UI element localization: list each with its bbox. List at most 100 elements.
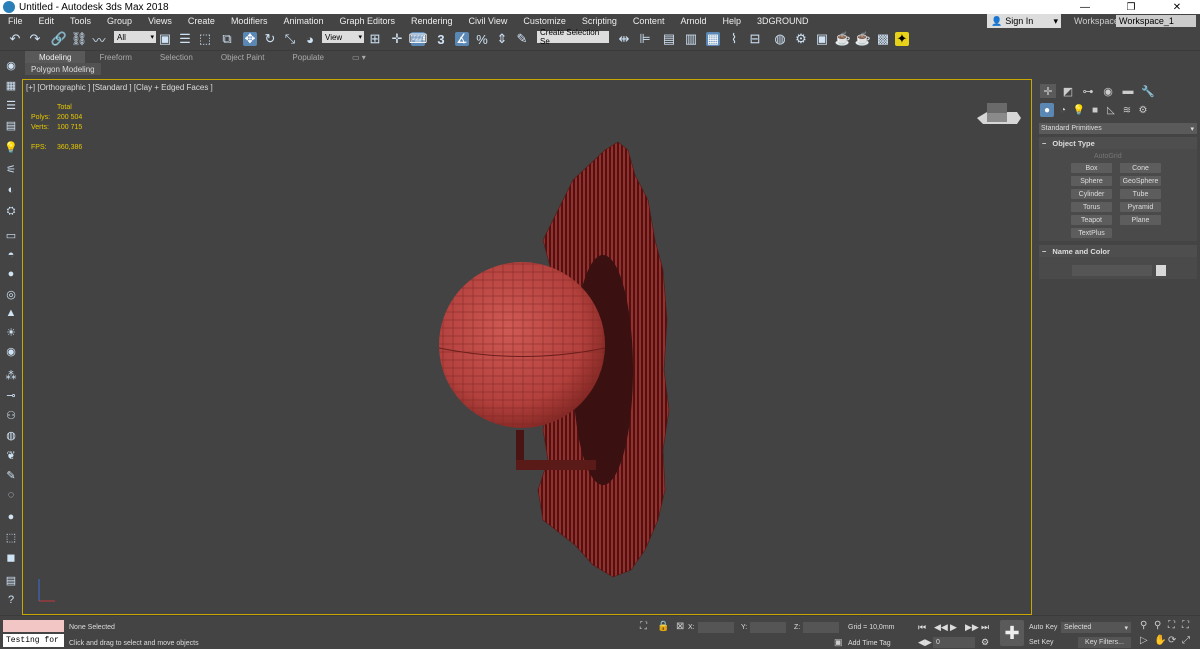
helpers-icon[interactable]: ◺ (1104, 103, 1118, 117)
menu-arnold[interactable]: Arnold (672, 16, 714, 26)
menu-3dground[interactable]: 3DGROUND (749, 16, 817, 26)
document-icon[interactable]: ▤ (4, 574, 18, 587)
maxscript-listener[interactable] (3, 620, 64, 632)
minimize-button[interactable]: — (1062, 0, 1108, 14)
scale-icon[interactable]: ⤡ (283, 31, 297, 46)
y-coordinate-field[interactable] (750, 622, 786, 633)
teapot-button[interactable]: Teapot (1071, 215, 1112, 225)
sign-in-button[interactable]: 👤 Sign In ▾ (987, 14, 1061, 28)
current-frame-field[interactable]: 0 (933, 637, 975, 648)
redo-icon[interactable]: ↷ (28, 31, 42, 46)
mirror-icon[interactable]: ⇹ (617, 31, 631, 46)
add-time-tag[interactable]: Add Time Tag (848, 640, 891, 647)
particles-icon[interactable]: ⁂ (4, 369, 18, 382)
bind-space-warp-icon[interactable]: 〰 (92, 32, 106, 48)
create-tab-icon[interactable]: ✛ (1040, 84, 1056, 98)
help-icon[interactable]: ? (4, 594, 18, 606)
tube-button[interactable]: Tube (1120, 189, 1161, 199)
go-to-end-icon[interactable]: ⏭ (981, 622, 989, 633)
cone-button[interactable]: Cone (1120, 163, 1161, 173)
curve-editor-icon[interactable]: ⌇ (727, 31, 741, 46)
torus-button[interactable]: Torus (1071, 202, 1112, 212)
percent-snap-icon[interactable]: % (475, 32, 489, 47)
textplus-button[interactable]: TextPlus (1071, 228, 1112, 238)
ball-icon[interactable]: ● (4, 511, 18, 523)
sun-icon[interactable]: ☀ (4, 326, 18, 339)
link-icon[interactable]: 🔗 (51, 31, 67, 46)
select-manipulate-icon[interactable]: ✛ (390, 31, 404, 46)
menu-rendering[interactable]: Rendering (403, 16, 461, 26)
shapes-icon[interactable]: ◔ (1056, 103, 1070, 117)
bone-icon[interactable]: ✎ (4, 469, 18, 482)
ribbon-polygon-modeling[interactable]: Polygon Modeling (25, 63, 101, 75)
maximize-viewport-icon[interactable]: ⤢ (1182, 635, 1190, 646)
play-icon[interactable]: ▶ (950, 622, 957, 633)
light-icon[interactable]: 💡 (4, 141, 18, 154)
plane-icon[interactable]: ▭ (4, 229, 18, 242)
zoom-icon[interactable]: ⚲ (1140, 620, 1147, 631)
select-by-name-icon[interactable]: ☰ (178, 31, 192, 46)
workspace-select[interactable]: Workspace_1 (1116, 15, 1196, 27)
torus-icon[interactable]: ◎ (4, 288, 18, 301)
set-key-mode-button[interactable]: Set Key (1029, 639, 1054, 646)
unlink-icon[interactable]: ⛓ (71, 31, 88, 46)
render-production-icon[interactable]: ☕ (835, 31, 851, 46)
edit-named-selection-icon[interactable]: ✎ (515, 31, 529, 46)
geosphere-button[interactable]: GeoSphere (1120, 176, 1161, 186)
cameras-icon[interactable]: ■ (1088, 103, 1102, 117)
zoom-extents-icon[interactable]: ⛶ (1168, 620, 1175, 631)
select-object-icon[interactable]: ▣ (158, 31, 172, 46)
ribbon-toggle-icon[interactable]: ▦ (706, 31, 720, 46)
previous-frame-icon[interactable]: ◀◀ (934, 622, 948, 633)
reference-coord-dropdown[interactable]: View ▾ (322, 31, 364, 43)
perspective-viewport[interactable]: [+] [Orthographic ] [Standard ] [Clay + … (22, 79, 1032, 615)
plane-button[interactable]: Plane (1120, 215, 1161, 225)
list-icon[interactable]: ☰ (4, 99, 18, 112)
object-name-field[interactable] (1072, 265, 1152, 276)
maxscript-input[interactable]: Testing for : (3, 634, 64, 647)
absolute-mode-icon[interactable]: ⊠ (676, 621, 684, 632)
pan-icon[interactable]: ✋ (1154, 635, 1166, 646)
align-icon[interactable]: ⊫ (638, 31, 652, 46)
spacewarps-icon[interactable]: ≋ (1120, 103, 1134, 117)
tab-freeform[interactable]: Freeform (85, 51, 145, 63)
selection-icon[interactable]: ⬚ (4, 531, 18, 544)
leaf-icon[interactable]: ❦ (4, 449, 18, 462)
tube-icon[interactable]: ⊸ (4, 389, 18, 402)
menu-help[interactable]: Help (714, 16, 749, 26)
key-filters-button[interactable]: Key Filters... (1078, 637, 1131, 648)
schematic-view-icon[interactable]: ⊟ (748, 31, 762, 46)
menu-file[interactable]: File (0, 16, 31, 26)
cone-icon[interactable]: ▲ (4, 307, 18, 319)
render-online-icon[interactable]: ▩ (876, 31, 890, 46)
move-icon[interactable]: ✥ (243, 31, 257, 46)
menu-content[interactable]: Content (625, 16, 673, 26)
set-key-button[interactable]: ✚ (1000, 620, 1024, 646)
hemisphere-icon[interactable]: ◓ (4, 249, 18, 261)
menu-animation[interactable]: Animation (275, 16, 331, 26)
time-config-icon[interactable]: ⚙ (981, 637, 989, 648)
key-mode-icon[interactable]: ◀▶ (918, 637, 932, 648)
autogrid-checkbox[interactable]: AutoGrid (1094, 153, 1122, 160)
hierarchy-tab-icon[interactable]: ⊶ (1080, 84, 1096, 98)
ring-icon[interactable]: ◌ (4, 489, 18, 501)
scene-explorer-icon[interactable]: ◉ (4, 59, 18, 72)
tab-populate[interactable]: Populate (278, 51, 338, 63)
object-color-swatch[interactable] (1156, 265, 1166, 276)
auto-key-button[interactable]: Auto Key (1029, 624, 1057, 631)
tab-selection[interactable]: Selection (146, 51, 207, 63)
zoom-all-icon[interactable]: ⚲ (1154, 620, 1161, 631)
scene-model[interactable] (23, 80, 1031, 614)
rotate-icon[interactable]: ↻ (263, 31, 277, 46)
time-tag-icon[interactable]: ▣ (834, 637, 843, 648)
close-button[interactable]: ✕ (1154, 0, 1200, 14)
render-iterative-icon[interactable]: ☕ (855, 31, 871, 46)
ribbon-options-icon[interactable]: ▭ ▾ (338, 51, 380, 63)
menu-edit[interactable]: Edit (31, 16, 63, 26)
layer-explorer-icon[interactable]: ▥ (684, 31, 698, 46)
menu-tools[interactable]: Tools (62, 16, 99, 26)
cylinder-button[interactable]: Cylinder (1071, 189, 1112, 199)
isolate-icon[interactable]: ⛶ (640, 621, 647, 632)
field-of-view-icon[interactable]: ▷ (1140, 635, 1148, 646)
name-color-header[interactable]: − Name and Color (1039, 245, 1197, 257)
